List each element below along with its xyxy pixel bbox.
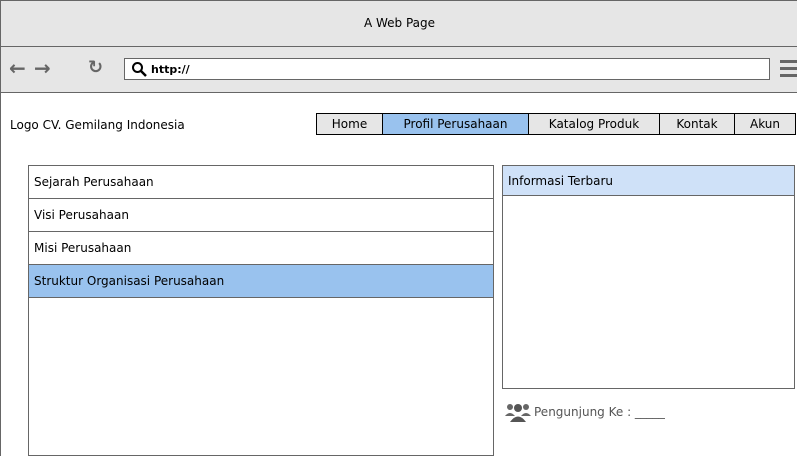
url-input[interactable] — [151, 60, 751, 78]
reload-icon[interactable]: ↻ — [88, 57, 103, 79]
list-item-misi[interactable]: Misi Perusahaan — [29, 232, 493, 265]
site-logo: Logo CV. Gemilang Indonesia — [10, 118, 185, 132]
search-icon — [132, 62, 147, 77]
visitor-label: Pengunjung Ke : _____ — [534, 405, 665, 419]
back-arrow-icon[interactable]: ← — [9, 57, 26, 79]
browser-toolbar: ← → ↻ — [1, 47, 797, 93]
profile-submenu: Sejarah Perusahaan Visi Perusahaan Misi … — [28, 165, 494, 456]
list-item-sejarah[interactable]: Sejarah Perusahaan — [29, 166, 493, 199]
forward-arrow-icon[interactable]: → — [34, 57, 51, 79]
hamburger-menu-icon[interactable] — [780, 60, 797, 78]
tab-kontak[interactable]: Kontak — [660, 114, 735, 134]
tab-katalog-produk[interactable]: Katalog Produk — [529, 114, 660, 134]
main-nav-tabs: Home Profil Perusahaan Katalog Produk Ko… — [316, 113, 796, 135]
tab-home[interactable]: Home — [317, 114, 383, 134]
address-bar[interactable] — [124, 58, 770, 80]
news-panel-title: Informasi Terbaru — [503, 166, 794, 196]
users-icon — [505, 404, 531, 422]
browser-window: A Web Page ← → ↻ Logo CV. Gemilang Indon… — [0, 0, 797, 456]
tab-akun[interactable]: Akun — [735, 114, 795, 134]
tab-profil-perusahaan[interactable]: Profil Perusahaan — [383, 114, 529, 134]
window-titlebar: A Web Page — [1, 1, 797, 47]
news-panel: Informasi Terbaru — [502, 165, 795, 389]
list-item-visi[interactable]: Visi Perusahaan — [29, 199, 493, 232]
list-item-struktur-organisasi[interactable]: Struktur Organisasi Perusahaan — [29, 265, 493, 298]
visitor-counter: Pengunjung Ke : _____ — [504, 401, 665, 423]
window-title: A Web Page — [363, 16, 436, 30]
